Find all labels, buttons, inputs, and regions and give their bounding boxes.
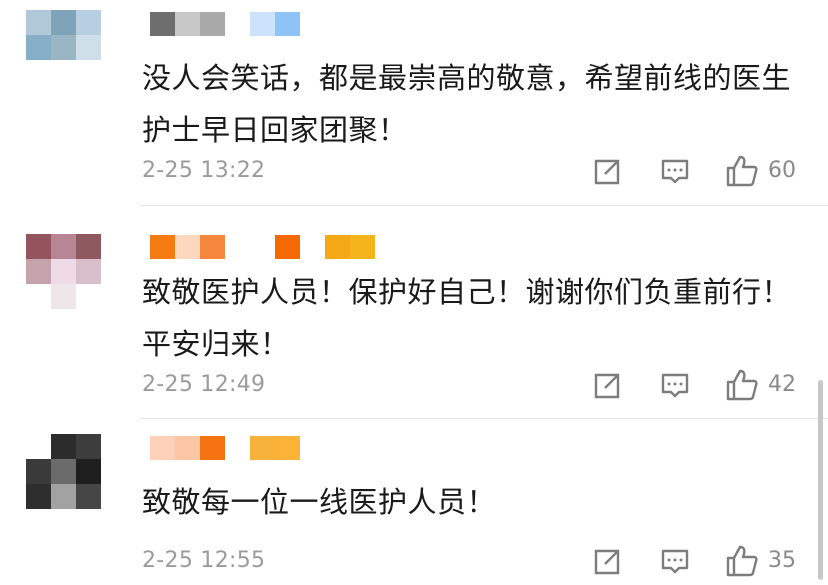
- avatar-pixel: [76, 259, 101, 284]
- like-button[interactable]: [724, 367, 760, 403]
- repost-button[interactable]: [590, 155, 624, 189]
- username-block: [150, 12, 175, 36]
- comment-timestamp: 2-25 12:55: [142, 548, 266, 573]
- username-block: [300, 235, 325, 259]
- repost-button[interactable]: [590, 545, 624, 579]
- username-block: [225, 436, 250, 460]
- avatar-pixel: [76, 234, 101, 259]
- avatar-pixel: [51, 35, 76, 60]
- username[interactable]: [150, 12, 300, 36]
- username-block: [175, 12, 200, 36]
- thumbs-up-icon: [726, 155, 758, 187]
- repost-icon: [594, 373, 620, 399]
- repost-icon: [594, 549, 620, 575]
- username-block: [250, 436, 275, 460]
- comment-text: 致敬每一位一线医护人员！: [142, 485, 497, 519]
- repost-button[interactable]: [590, 369, 624, 403]
- avatar-pixel: [26, 35, 51, 60]
- username[interactable]: [150, 436, 300, 460]
- comment-timestamp: 2-25 13:22: [142, 158, 266, 183]
- avatar-pixel: [26, 484, 51, 509]
- like-button[interactable]: [724, 153, 760, 189]
- username-block: [200, 436, 225, 460]
- username-block: [225, 12, 250, 36]
- scrollbar[interactable]: [818, 380, 823, 580]
- avatar-pixel: [51, 234, 76, 259]
- like-button[interactable]: [724, 543, 760, 579]
- avatar-pixel: [76, 60, 101, 85]
- comment-icon: [661, 373, 689, 398]
- comment-button[interactable]: [658, 545, 692, 579]
- username-block: [225, 235, 250, 259]
- comment-button[interactable]: [658, 155, 692, 189]
- comment-item: 致敬医护人员！保护好自己！谢谢你们负重前行！平安归来！ 2-25 12:49 4…: [0, 210, 828, 415]
- avatar-pixel: [76, 284, 101, 309]
- avatar-pixel: [51, 10, 76, 35]
- comment-text: 致敬医护人员！保护好自己！谢谢你们负重前行！平安归来！: [142, 275, 792, 361]
- avatar-pixel: [51, 60, 76, 85]
- comment-item: 没人会笑话，都是最崇高的敬意，希望前线的医生护士早日回家团聚！ 2-25 13:…: [0, 0, 828, 205]
- like-count: 60: [768, 158, 796, 183]
- avatar-pixel: [51, 484, 76, 509]
- avatar-pixel: [26, 234, 51, 259]
- username-block: [200, 12, 225, 36]
- username-block: [150, 436, 175, 460]
- username-block: [275, 12, 300, 36]
- avatar[interactable]: [26, 434, 101, 509]
- avatar-pixel: [76, 459, 101, 484]
- like-count: 35: [768, 548, 796, 573]
- avatar-pixel: [76, 484, 101, 509]
- username-block: [275, 436, 300, 460]
- username-block: [250, 12, 275, 36]
- username-block: [200, 235, 225, 259]
- repost-icon: [594, 159, 620, 185]
- avatar-pixel: [76, 35, 101, 60]
- comment-feed: 没人会笑话，都是最崇高的敬意，希望前线的医生护士早日回家团聚！ 2-25 13:…: [0, 0, 828, 585]
- thumbs-up-icon: [726, 369, 758, 401]
- username-block: [350, 235, 375, 259]
- username-block: [175, 235, 200, 259]
- avatar-pixel: [76, 10, 101, 35]
- avatar-pixel: [26, 459, 51, 484]
- comment-item: 致敬每一位一线医护人员！ 2-25 12:55 35: [0, 420, 828, 585]
- avatar-pixel: [51, 259, 76, 284]
- username-block: [275, 235, 300, 259]
- comment-button[interactable]: [658, 369, 692, 403]
- like-count: 42: [768, 372, 796, 397]
- avatar-pixel: [26, 284, 51, 309]
- avatar-pixel: [51, 284, 76, 309]
- avatar-pixel: [51, 434, 76, 459]
- avatar-pixel: [26, 10, 51, 35]
- username-block: [150, 235, 175, 259]
- username[interactable]: [150, 235, 375, 259]
- username-block: [250, 235, 275, 259]
- comment-text: 没人会笑话，都是最崇高的敬意，希望前线的医生护士早日回家团聚！: [142, 61, 792, 147]
- divider: [140, 205, 828, 206]
- comment-timestamp: 2-25 12:49: [142, 372, 266, 397]
- avatar-pixel: [26, 259, 51, 284]
- avatar-pixel: [26, 60, 51, 85]
- avatar-pixel: [51, 459, 76, 484]
- avatar[interactable]: [26, 10, 101, 85]
- divider: [140, 418, 828, 419]
- avatar-pixel: [26, 434, 51, 459]
- thumbs-up-icon: [726, 545, 758, 577]
- comment-icon: [661, 159, 689, 184]
- username-block: [325, 235, 350, 259]
- username-block: [175, 436, 200, 460]
- avatar[interactable]: [26, 234, 101, 309]
- comment-icon: [661, 549, 689, 574]
- avatar-pixel: [76, 434, 101, 459]
